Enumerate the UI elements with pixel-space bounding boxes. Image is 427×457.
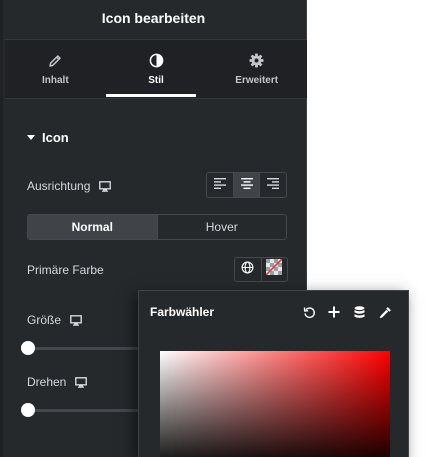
eyedropper-icon[interactable] — [377, 304, 393, 320]
rotate-slider-track — [27, 409, 139, 412]
size-label-row: Größe — [27, 313, 82, 327]
monitor-icon[interactable] — [99, 180, 112, 192]
size-slider[interactable] — [21, 341, 147, 355]
rotate-slider-handle[interactable] — [21, 403, 35, 417]
half-circle-icon — [149, 53, 164, 69]
align-center-button[interactable] — [233, 173, 261, 197]
globe-icon — [241, 261, 254, 279]
panel-header: Icon bearbeiten — [0, 0, 307, 36]
saturation-value-area[interactable] — [160, 351, 390, 457]
caret-down-icon — [27, 135, 35, 140]
tab-erweitert[interactable]: Erweitert — [206, 40, 307, 98]
alignment-button-group — [206, 172, 287, 198]
size-label: Größe — [27, 313, 62, 327]
align-left-icon — [213, 176, 226, 194]
pencil-icon — [48, 53, 62, 69]
monitor-icon[interactable] — [70, 314, 82, 326]
color-picker-popover: Farbwähler — [138, 290, 409, 457]
rotate-slider[interactable] — [21, 403, 147, 417]
plus-icon[interactable] — [326, 304, 342, 320]
primary-color-controls — [234, 257, 288, 282]
state-toggle: Normal Hover — [27, 214, 287, 240]
global-colors-button[interactable] — [235, 258, 262, 281]
align-center-icon — [240, 176, 253, 194]
color-swatch-button[interactable] — [262, 258, 288, 281]
color-picker-title: Farbwähler — [150, 305, 215, 319]
gear-icon — [249, 53, 264, 69]
rotate-label-row: Drehen — [27, 375, 88, 389]
database-icon[interactable] — [351, 304, 367, 320]
align-right-button[interactable] — [260, 173, 286, 197]
tab-stil-label: Stil — [148, 74, 164, 86]
toggle-normal-button[interactable]: Normal — [28, 215, 158, 239]
align-right-icon — [267, 176, 280, 194]
tab-bar: Inhalt Stil Erweitert — [5, 39, 307, 99]
toggle-hover-button[interactable]: Hover — [158, 215, 287, 239]
alignment-label: Ausrichtung — [27, 179, 91, 193]
primary-color-label: Primäre Farbe — [27, 263, 104, 277]
panel-edge — [0, 0, 3, 457]
tab-erweitert-label: Erweitert — [235, 74, 279, 86]
panel-title: Icon bearbeiten — [101, 10, 206, 26]
section-title: Icon — [42, 130, 69, 145]
size-slider-handle[interactable] — [21, 341, 35, 355]
size-slider-track — [27, 347, 139, 350]
align-left-button[interactable] — [207, 173, 234, 197]
section-icon-toggle[interactable]: Icon — [27, 130, 69, 145]
transparent-swatch-icon — [265, 258, 283, 280]
tab-inhalt[interactable]: Inhalt — [5, 40, 106, 98]
tab-inhalt-label: Inhalt — [42, 74, 69, 86]
alignment-label-row: Ausrichtung — [27, 179, 112, 193]
reset-icon[interactable] — [301, 304, 317, 320]
primary-color-label-row: Primäre Farbe — [27, 263, 104, 277]
rotate-label: Drehen — [27, 375, 67, 389]
monitor-icon[interactable] — [75, 376, 88, 388]
tab-stil[interactable]: Stil — [105, 40, 207, 98]
